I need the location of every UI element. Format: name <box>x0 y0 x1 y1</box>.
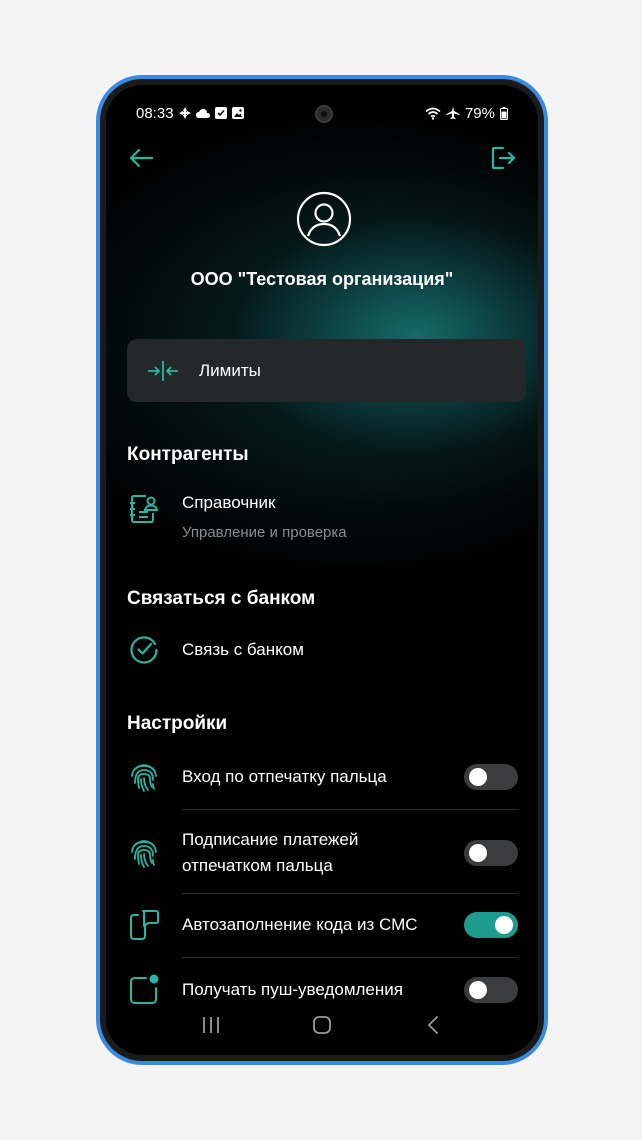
fingerprint-icon <box>131 840 157 868</box>
toggle-knob <box>469 981 487 999</box>
app-screen: 08:33 79% ООО "Тестовая организация" Лим… <box>106 85 538 1055</box>
airplane-icon <box>446 106 460 120</box>
device-frame: 08:33 79% ООО "Тестовая организация" Лим… <box>96 75 548 1065</box>
toggle-knob <box>469 844 487 862</box>
limits-label: Лимиты <box>199 360 261 380</box>
section-title-contact: Связаться с банком <box>127 588 316 609</box>
setting-label: Вход по отпечатку пальца <box>182 767 387 786</box>
push-notifications-toggle[interactable] <box>464 977 518 1003</box>
system-back-button[interactable] <box>418 1010 448 1040</box>
battery-icon <box>500 106 508 120</box>
section-title-settings: Настройки <box>127 713 228 734</box>
divider <box>182 893 518 894</box>
battery-percent: 79% <box>464 104 495 122</box>
limits-button[interactable]: Лимиты <box>127 339 526 402</box>
contact-bank-item[interactable]: Связь с банком <box>127 633 518 667</box>
toggle-knob <box>495 916 513 934</box>
fan-icon <box>178 107 191 119</box>
limits-icon <box>148 360 178 381</box>
image-notification-icon <box>231 107 244 119</box>
divider <box>182 809 518 810</box>
check-circle-icon <box>130 636 158 664</box>
device-bezel: 08:33 79% ООО "Тестовая организация" Лим… <box>100 79 544 1061</box>
contact-bank-label: Связь с банком <box>182 640 304 659</box>
notification-icon <box>130 974 159 1004</box>
divider <box>182 957 518 958</box>
back-button[interactable] <box>126 143 156 173</box>
setting-push-notifications[interactable]: Получать пуш-уведомления <box>127 970 518 1010</box>
setting-label: Получать пуш-уведомления <box>182 980 403 999</box>
fingerprint-icon <box>131 764 157 792</box>
setting-fingerprint-signing[interactable]: Подписание платежей отпечатком пальца <box>127 825 518 881</box>
home-button[interactable] <box>307 1010 337 1040</box>
checkbox-notification-icon <box>214 107 227 119</box>
arrow-left-icon <box>129 148 154 168</box>
wifi-icon <box>425 107 441 120</box>
setting-label: Подписание платежей отпечатком пальца <box>182 830 359 875</box>
setting-label: Автозаполнение кода из СМС <box>182 915 418 934</box>
status-time: 08:33 <box>136 104 174 122</box>
directory-item[interactable]: Справочник Управление и проверка <box>127 490 518 546</box>
sms-autofill-toggle[interactable] <box>464 912 518 938</box>
top-bar <box>126 143 518 173</box>
setting-fingerprint-login[interactable]: Вход по отпечатку пальца <box>127 757 518 797</box>
cloud-icon <box>195 108 210 118</box>
front-camera <box>315 105 333 123</box>
fingerprint-login-toggle[interactable] <box>464 764 518 790</box>
user-circle-icon <box>296 191 352 247</box>
logout-icon <box>491 146 516 170</box>
recent-apps-button[interactable] <box>196 1010 226 1040</box>
chevron-left-icon <box>427 1016 438 1034</box>
fingerprint-signing-toggle[interactable] <box>464 840 518 866</box>
organization-name: ООО "Тестовая организация" <box>190 269 454 289</box>
directory-label: Справочник <box>182 493 276 512</box>
recent-apps-icon <box>203 1017 220 1033</box>
contacts-book-icon <box>130 495 159 523</box>
profile-avatar[interactable] <box>296 191 352 247</box>
directory-subtitle: Управление и проверка <box>182 524 347 541</box>
home-icon <box>313 1016 331 1034</box>
system-nav-bar <box>106 1007 538 1043</box>
setting-sms-autofill[interactable]: Автозаполнение кода из СМС <box>127 905 518 945</box>
logout-button[interactable] <box>488 143 518 173</box>
section-title-counterparties: Контрагенты <box>127 444 249 465</box>
toggle-knob <box>469 768 487 786</box>
sms-phone-icon <box>130 910 159 940</box>
